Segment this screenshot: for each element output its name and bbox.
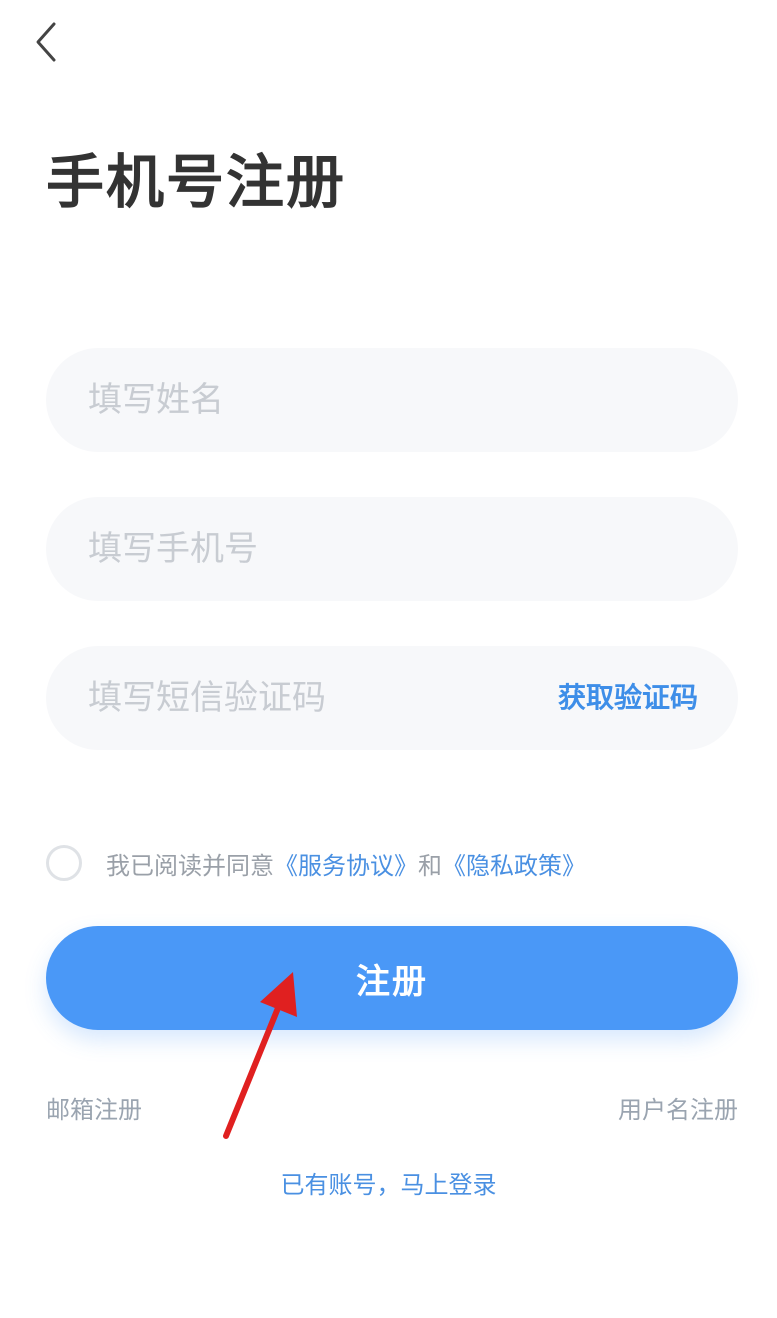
register-button[interactable]: 注册 (46, 926, 738, 1030)
sms-code-input[interactable] (88, 646, 548, 750)
agreement-row: 我已阅读并同意 《服务协议》 和 《隐私政策》 (46, 842, 586, 884)
name-input[interactable] (88, 348, 548, 452)
agreement-prefix: 我已阅读并同意 (106, 851, 274, 880)
agreement-conjunction: 和 (418, 851, 442, 880)
privacy-policy-link[interactable]: 《隐私政策》 (442, 846, 586, 881)
email-register-link[interactable]: 邮箱注册 (46, 1090, 142, 1125)
page-title: 手机号注册 (46, 148, 347, 216)
get-code-button[interactable]: 获取验证码 (558, 646, 698, 750)
name-field-container (46, 348, 738, 452)
back-button[interactable] (26, 18, 66, 66)
service-agreement-link[interactable]: 《服务协议》 (274, 846, 418, 881)
phone-input[interactable] (88, 497, 548, 601)
agreement-checkbox[interactable] (46, 845, 82, 881)
login-link[interactable]: 已有账号，马上登录 (0, 1165, 777, 1200)
code-field-container: 获取验证码 (46, 646, 738, 750)
phone-field-container (46, 497, 738, 601)
chevron-left-icon (36, 22, 56, 62)
username-register-link[interactable]: 用户名注册 (618, 1090, 738, 1125)
